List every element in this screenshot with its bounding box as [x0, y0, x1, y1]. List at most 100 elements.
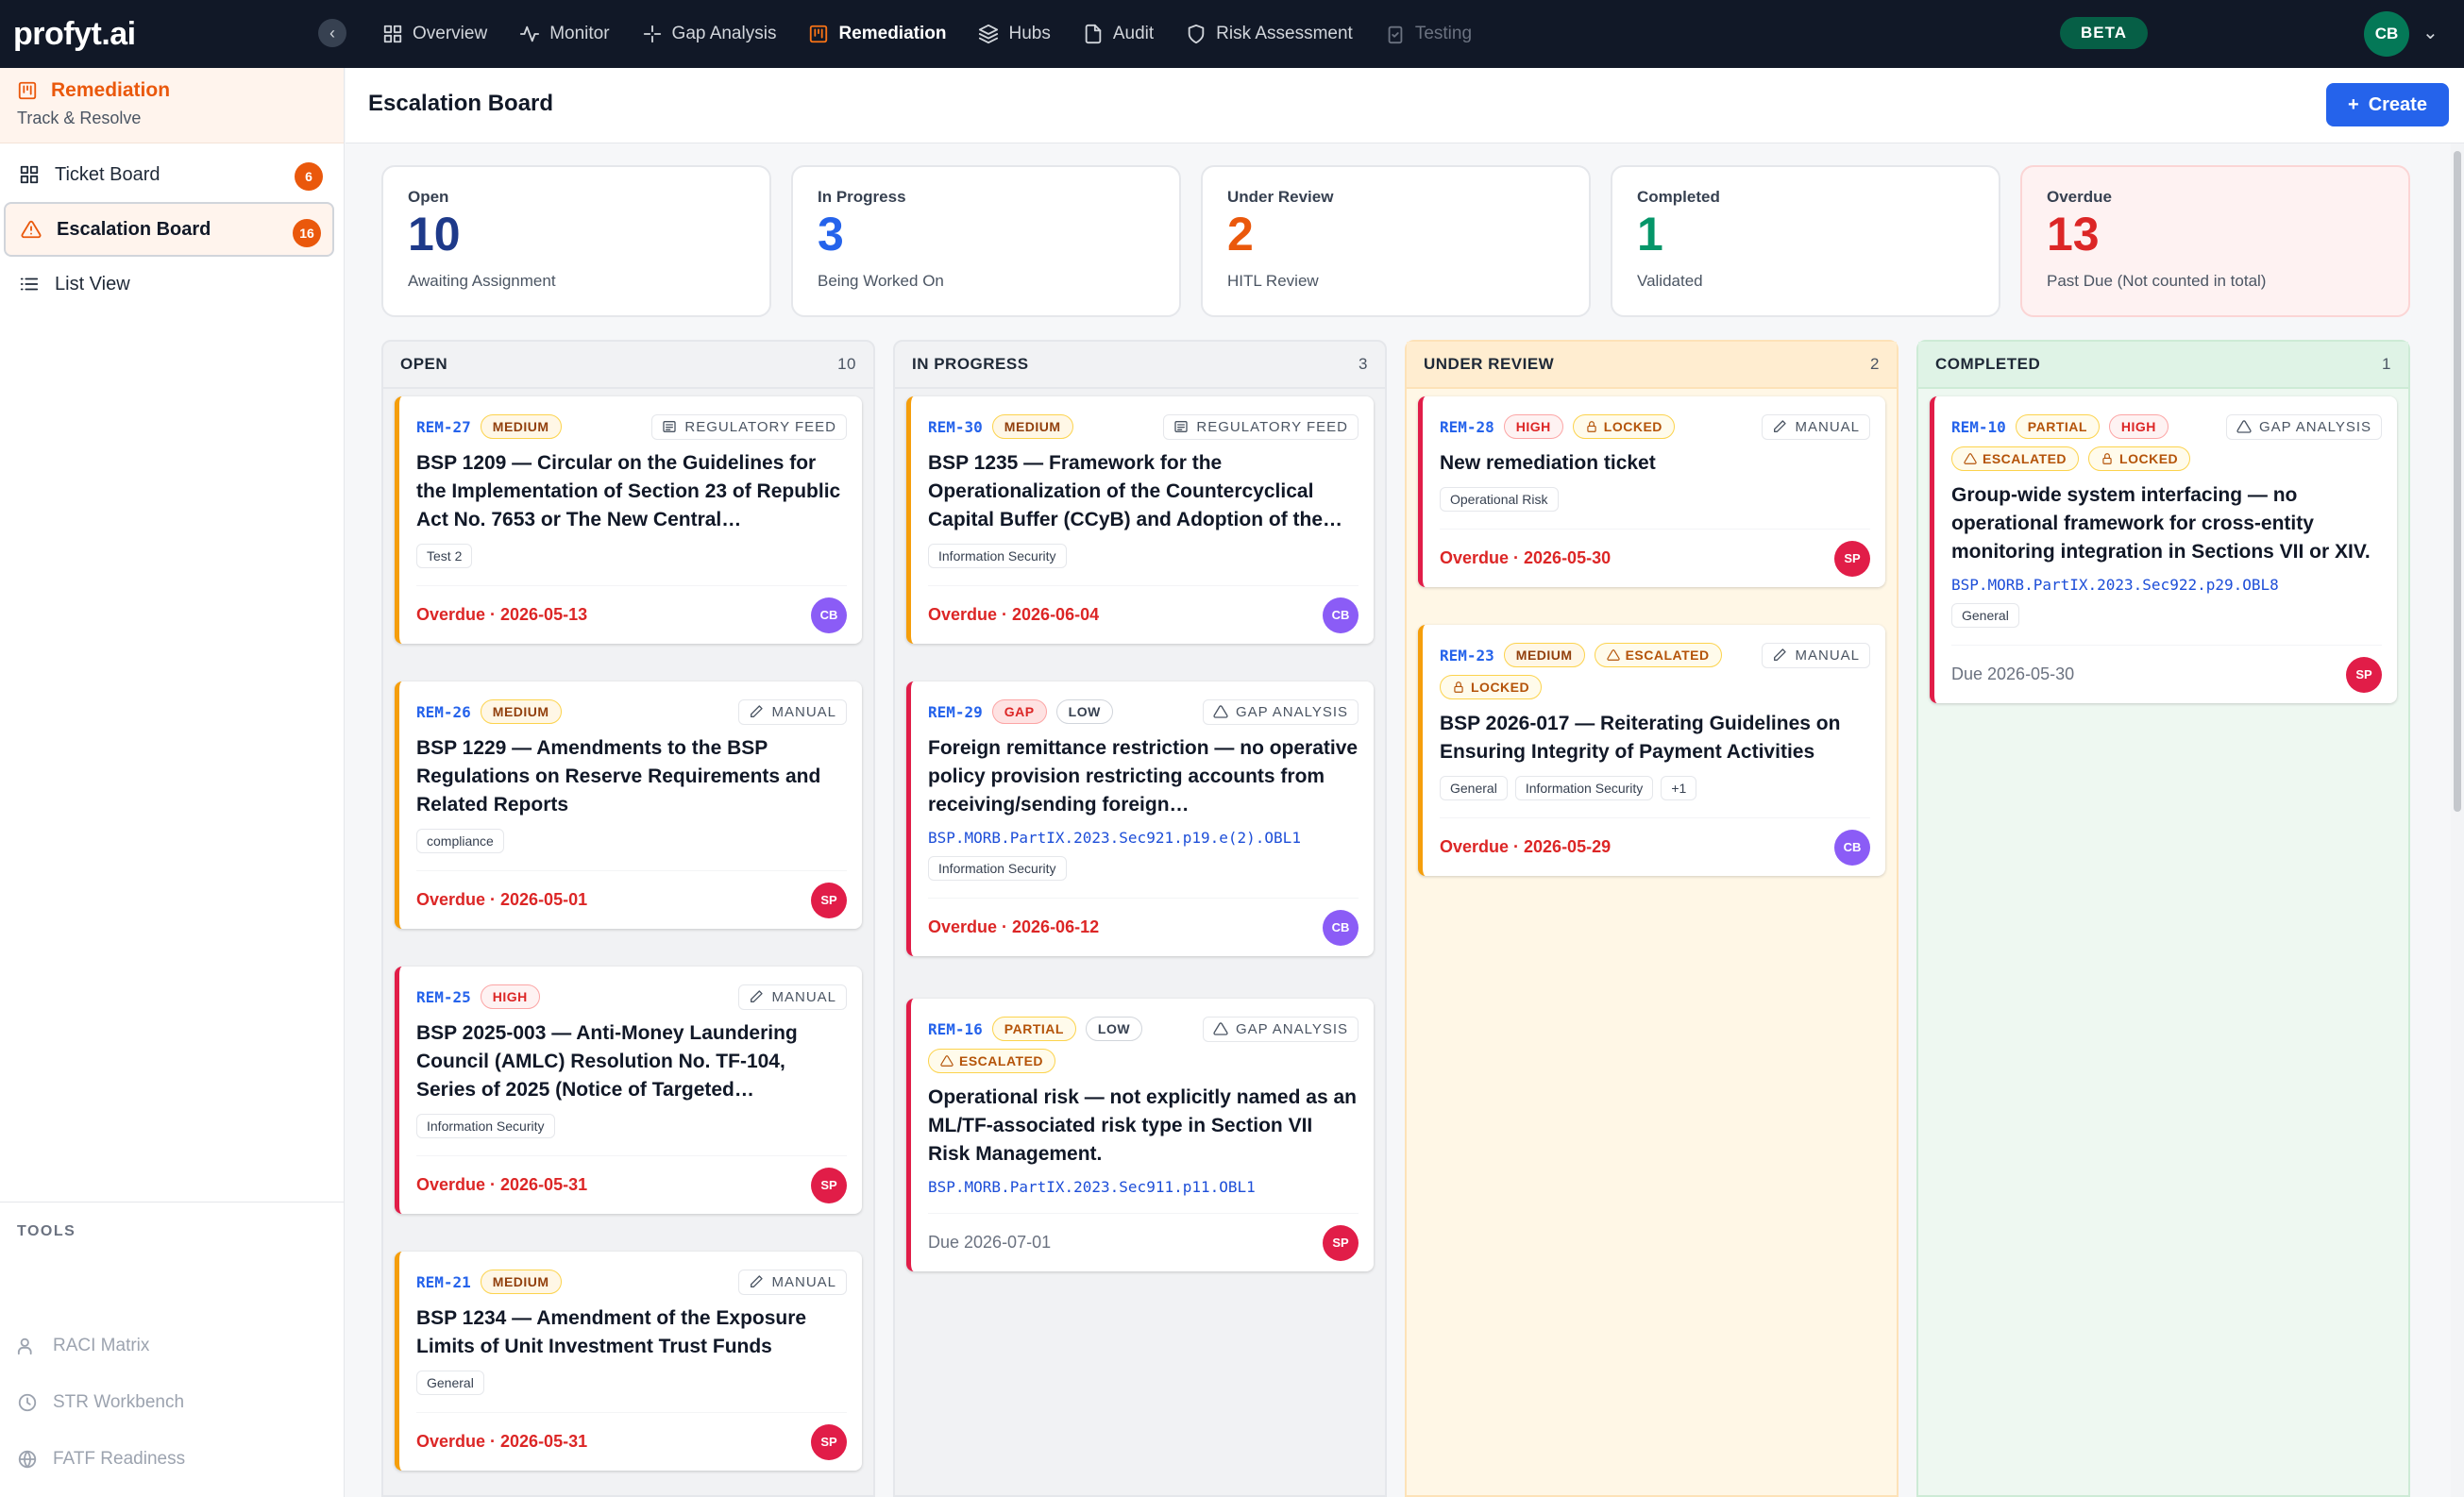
card-footer: Overdue · 2026-05-29 CB — [1440, 817, 1870, 876]
due-date: Due 2026-05-30 — [1951, 664, 2075, 683]
chevron-down-icon[interactable]: ⌄ — [2422, 21, 2439, 44]
source-label: GAP ANALYSIS — [2259, 418, 2371, 435]
pencil-icon — [1774, 648, 1787, 661]
assignee-avatar[interactable]: SP — [811, 1167, 847, 1203]
category-tags: General — [1951, 603, 2382, 628]
ticket-title[interactable]: New remediation ticket — [1440, 449, 1870, 478]
ticket-title[interactable]: BSP 1235 — Framework for the Operational… — [928, 449, 1359, 534]
sidebar-item-escalation-board[interactable]: Escalation Board 16 — [4, 202, 334, 257]
ticket-title[interactable]: BSP 1229 — Amendments to the BSP Regulat… — [416, 734, 847, 819]
card-tag-row: ESCALATED LOCKED — [1951, 446, 2382, 472]
ticket-id[interactable]: REM-16 — [928, 1020, 983, 1038]
ticket-card[interactable]: REM-30 MEDIUM REGULATORY FEED BSP 1235 — Fr… — [906, 396, 1374, 644]
ticket-id[interactable]: REM-27 — [416, 418, 471, 436]
column-title: UNDER REVIEW — [1424, 355, 1555, 373]
ticket-id[interactable]: REM-23 — [1440, 647, 1494, 664]
user-avatar[interactable]: CB — [2364, 11, 2409, 57]
ticket-card[interactable]: REM-16 PARTIAL LOW GAP ANALYSIS ESCALATED Ope… — [906, 999, 1374, 1271]
ticket-title[interactable]: BSP 2025-003 — Anti-Money Laundering Cou… — [416, 1019, 847, 1104]
ticket-id[interactable]: REM-30 — [928, 418, 983, 436]
assignee-avatar[interactable]: CB — [1323, 909, 1359, 946]
create-button[interactable]: + Create — [2326, 83, 2449, 126]
tool-fatf-readiness[interactable]: FATF Readiness — [17, 1449, 185, 1470]
category-tag: Information Security — [928, 544, 1067, 568]
assignee-avatar[interactable]: SP — [2346, 656, 2382, 693]
source-badge: GAP ANALYSIS — [2226, 413, 2382, 440]
category-tags: Information Security — [928, 544, 1359, 568]
grid-icon — [383, 25, 402, 43]
due-date: Overdue · 2026-05-29 — [1440, 837, 1612, 856]
assignee-avatar[interactable]: SP — [811, 882, 847, 918]
ticket-title[interactable]: BSP 2026-017 — Reiterating Guidelines on… — [1440, 710, 1870, 766]
kanban-icon — [18, 81, 37, 100]
stat-subtitle: HITL Review — [1227, 272, 1319, 290]
category-tag: Information Security — [928, 856, 1067, 881]
ticket-id[interactable]: REM-29 — [928, 703, 983, 721]
ticket-id[interactable]: REM-26 — [416, 703, 471, 721]
pencil-icon — [751, 1275, 764, 1287]
tool-str-workbench[interactable]: STR Workbench — [17, 1392, 184, 1413]
low-badge: LOW — [1055, 699, 1113, 724]
ticket-id[interactable]: REM-10 — [1951, 418, 2006, 436]
badge-label: ESCALATED — [1983, 451, 2067, 466]
nav-label: Remediation — [838, 24, 947, 43]
tool-raci-matrix[interactable]: RACI Matrix — [17, 1336, 149, 1356]
ticket-title[interactable]: BSP 1234 — Amendment of the Exposure Lim… — [416, 1304, 847, 1361]
scrollbar-thumb[interactable] — [2454, 151, 2461, 812]
nav-monitor[interactable]: Monitor — [519, 24, 610, 44]
ticket-card[interactable]: REM-25 HIGH MANUAL BSP 2025-003 — Anti-Mone… — [395, 967, 862, 1214]
assignee-avatar[interactable]: CB — [1323, 597, 1359, 633]
ticket-title[interactable]: Operational risk — not explicitly named … — [928, 1084, 1359, 1169]
ticket-card[interactable]: REM-28 HIGH LOCKED MANUAL New remediation ti… — [1418, 396, 1885, 587]
ticket-card[interactable]: REM-29 GAP LOW GAP ANALYSIS Foreign remittan… — [906, 681, 1374, 956]
stat-value: 2 — [1227, 208, 1254, 261]
sidebar-item-list-view[interactable]: List View — [4, 257, 334, 311]
sparkle-icon — [643, 25, 661, 43]
stat-subtitle: Awaiting Assignment — [408, 272, 556, 290]
collapse-sidebar-button[interactable]: ‹ — [318, 19, 346, 47]
badge-label: MEDIUM — [492, 704, 549, 719]
nav-remediation[interactable]: Remediation — [808, 24, 946, 44]
ticket-title[interactable]: Foreign remittance restriction — no oper… — [928, 734, 1359, 819]
ticket-title[interactable]: Group-wide system interfacing — no opera… — [1951, 481, 2382, 566]
assignee-avatar[interactable]: CB — [811, 597, 847, 633]
nav-overview[interactable]: Overview — [382, 24, 487, 44]
ticket-card[interactable]: REM-10 PARTIAL HIGH GAP ANALYSIS ESCALATED LO… — [1930, 396, 2397, 703]
assignee-avatar[interactable]: SP — [1323, 1224, 1359, 1261]
ticket-id[interactable]: REM-28 — [1440, 418, 1494, 436]
pencil-icon — [1774, 420, 1787, 432]
logo-area: profyt.ai ‹ — [0, 0, 346, 68]
card-tag-row: REM-26 MEDIUM MANUAL — [416, 698, 847, 725]
card-footer: Overdue · 2026-05-13 CB — [416, 585, 847, 644]
ticket-title[interactable]: BSP 1209 — Circular on the Guidelines fo… — [416, 449, 847, 534]
assignee-avatar[interactable]: SP — [811, 1423, 847, 1460]
logo[interactable]: profyt.ai — [13, 16, 136, 53]
assignee-avatar[interactable]: SP — [1834, 540, 1870, 577]
tool-label: RACI Matrix — [53, 1336, 150, 1355]
source-label: MANUAL — [771, 703, 836, 720]
ticket-card[interactable]: REM-27 MEDIUM REGULATORY FEED BSP 1209 — Ci… — [395, 396, 862, 644]
category-tag: General — [1440, 776, 1508, 800]
nav-testing[interactable]: Testing — [1385, 24, 1472, 44]
ticket-card[interactable]: REM-26 MEDIUM MANUAL BSP 1229 — Amendments … — [395, 681, 862, 929]
badge-label: LOCKED — [1603, 419, 1662, 434]
category-tags: Test 2 — [416, 544, 847, 568]
ticket-id[interactable]: REM-21 — [416, 1273, 471, 1291]
badge-label: PARTIAL — [1004, 1021, 1064, 1036]
ticket-card[interactable]: REM-23 MEDIUM ESCALATED MANUAL LOCKED BSP 202… — [1418, 625, 1885, 876]
nav-gap-analysis[interactable]: Gap Analysis — [642, 24, 776, 44]
sidebar-item-ticket-board[interactable]: Ticket Board 6 — [4, 147, 334, 202]
nav-risk-assessment[interactable]: Risk Assessment — [1186, 24, 1353, 44]
nav-hubs[interactable]: Hubs — [978, 24, 1051, 44]
count-badge: 16 — [293, 219, 321, 247]
activity-icon — [520, 25, 540, 42]
category-tag: Information Security — [1514, 776, 1654, 800]
ticket-card[interactable]: REM-21 MEDIUM MANUAL BSP 1234 — Amendment o… — [395, 1252, 862, 1471]
badge-label: ESCALATED — [959, 1053, 1044, 1068]
stat-card-overdue: Overdue 13 Past Due (Not counted in tota… — [2020, 165, 2410, 317]
nav-audit[interactable]: Audit — [1083, 24, 1154, 44]
globe-icon — [18, 1450, 37, 1469]
newspaper-icon — [1174, 421, 1189, 432]
ticket-id[interactable]: REM-25 — [416, 988, 471, 1006]
assignee-avatar[interactable]: CB — [1834, 829, 1870, 866]
